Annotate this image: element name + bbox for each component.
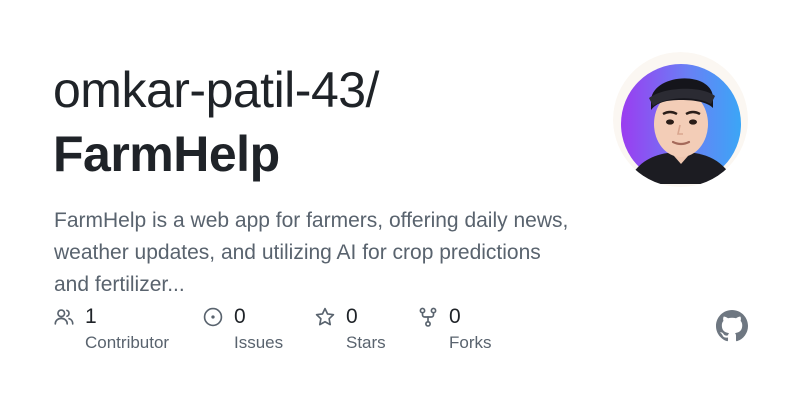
contributors-count: 1 xyxy=(85,305,97,328)
repo-owner[interactable]: omkar-patil-43/ xyxy=(53,60,379,120)
social-preview-card: omkar-patil-43/ FarmHelp FarmHelp is a w… xyxy=(0,0,800,400)
forks-count: 0 xyxy=(449,305,461,328)
contributors-label: Contributor xyxy=(85,333,170,352)
issues-count: 0 xyxy=(234,305,246,328)
stars-count: 0 xyxy=(346,305,358,328)
owner-avatar[interactable] xyxy=(613,52,748,187)
repo-stats: 1 Contributor 0 Issues 0 Stars 0 Forks xyxy=(53,303,573,363)
issue-opened-icon xyxy=(202,306,224,328)
issues-label: Issues xyxy=(234,333,284,352)
stars-label: Stars xyxy=(346,333,386,352)
repo-name[interactable]: FarmHelp xyxy=(53,124,280,184)
repo-forked-icon xyxy=(417,306,439,328)
github-mark-icon xyxy=(716,310,748,342)
people-icon xyxy=(53,306,75,328)
forks-label: Forks xyxy=(449,333,492,352)
repo-description: FarmHelp is a web app for farmers, offer… xyxy=(54,209,569,296)
star-icon xyxy=(314,306,336,328)
